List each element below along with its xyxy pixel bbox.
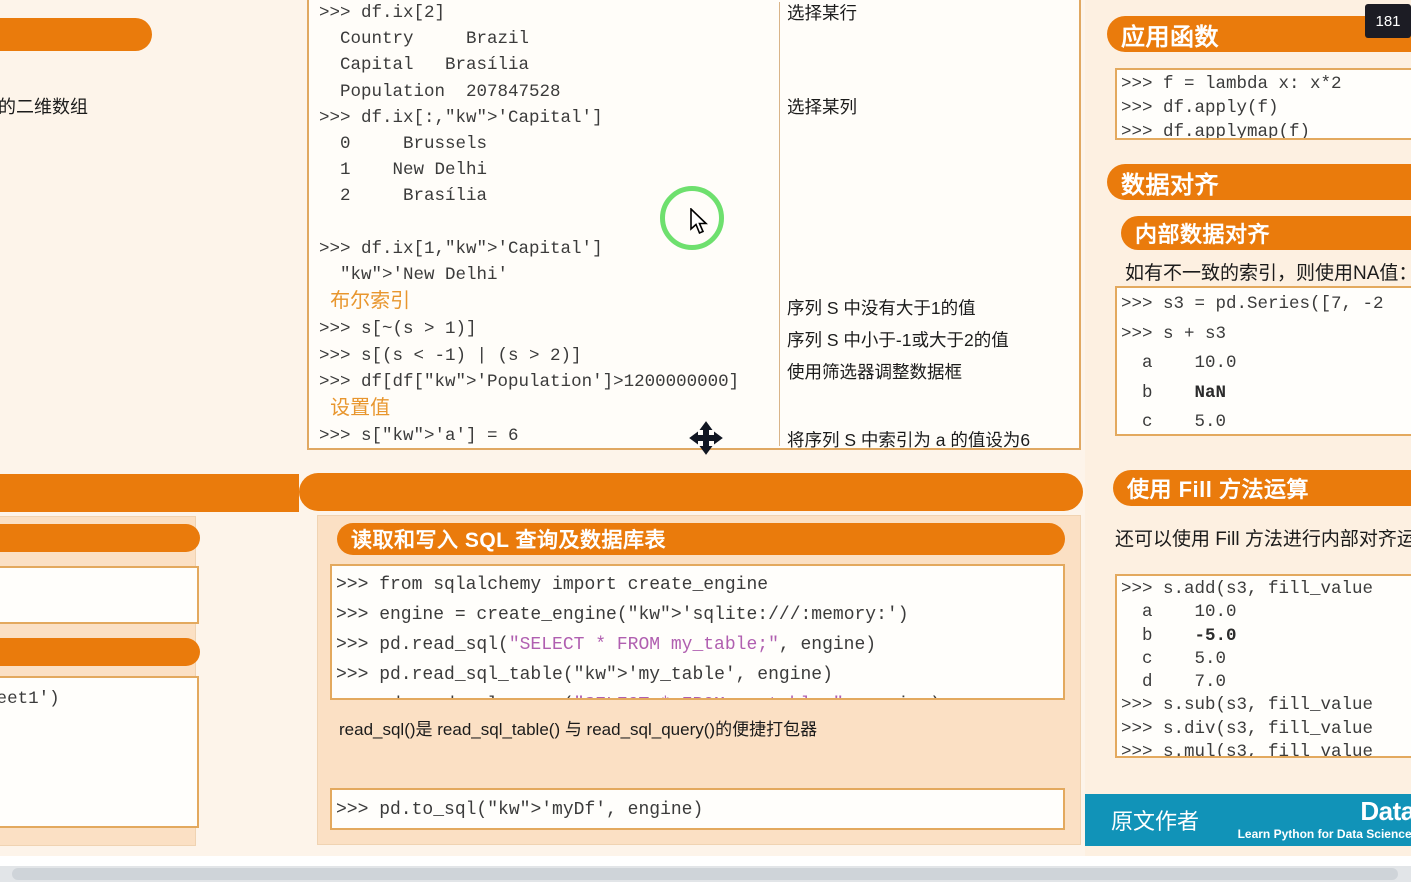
recording-step-badge: 181	[1365, 4, 1411, 38]
data-alignment-title: 数据对齐	[1121, 171, 1219, 199]
left-code-box-2: lsx"kw">', sheet_name='Sheet1') ') eet1'…	[0, 676, 199, 828]
sql-caption: read_sql()是 read_sql_table() 与 read_sql_…	[339, 720, 818, 739]
annotation-text: 选择某列	[787, 97, 857, 117]
apply-functions-code: >>> f = lambda x: x*2 >>> df.apply(f) >>…	[1115, 68, 1411, 140]
datacamp-logo-text: DataCamp	[1360, 795, 1411, 826]
table-column-divider	[779, 2, 780, 446]
mouse-cursor-icon	[690, 207, 712, 236]
datacamp-footer: 原文作者 DataCamp Learn Python for Data Scie…	[1085, 794, 1411, 846]
internal-alignment-code: >>> s3 = pd.Series([7, -2 >>> s + s3 a 1…	[1115, 286, 1411, 436]
annotation-text: 选择某行	[787, 3, 857, 23]
left-subsection-pill-1	[0, 524, 200, 552]
sql-write-code-block: >>> pd.to_sql("kw">'myDf', engine)	[330, 788, 1065, 830]
apply-functions-title: 应用函数	[1121, 23, 1219, 51]
selection-annotations: 选择某行选择某列序列 S 中没有大于1的值序列 S 中小于-1或大于2的值 使用筛…	[787, 0, 1077, 450]
internal-alignment-pill: 内部数据对齐	[1121, 216, 1411, 250]
io-section-band	[299, 473, 1083, 511]
left-subsection-pill-2	[0, 638, 200, 666]
horizontal-scrollbar-thumb[interactable]	[12, 868, 1398, 880]
move-resize-cursor-icon[interactable]	[688, 420, 724, 456]
datacamp-tagline: Learn Python for Data Science Interactiv…	[1237, 826, 1411, 841]
data-alignment-pill: 数据对齐	[1107, 164, 1411, 200]
fill-method-code: >>> s.add(s3, fill_value a 10.0 b -5.0 c…	[1115, 574, 1411, 758]
footer-brand-block: DataCamp Learn Python for Data Science I…	[1238, 798, 1411, 843]
sql-section-pill: 读取和写入 SQL 查询及数据库表	[337, 523, 1065, 555]
left-code-snippet-1: India"kw">', 'Brazil'], New Delhi"kw">',…	[0, 282, 120, 392]
window-bottom-gap	[0, 856, 1411, 866]
left-column: 储不同类型数据的二维数组 India"kw">', 'Brazil'], New…	[0, 0, 962, 862]
annotation-text: 序列 S 中小于-1或大于2的值	[787, 330, 1009, 350]
left-code-snippet-2: y"kw">', 'Capital"kw">', 'Population'])	[0, 416, 120, 450]
footer-author-label: 原文作者	[1111, 809, 1200, 834]
left-section-header-pill	[0, 18, 152, 51]
sql-section-title: 读取和写入 SQL 查询及数据库表	[351, 529, 666, 552]
annotation-text: 使用筛选器调整数据框	[787, 362, 962, 382]
left-description: 储不同类型数据的二维数组	[0, 97, 88, 117]
cheatsheet-page: 储不同类型数据的二维数组 India"kw">', 'Brazil'], New…	[0, 0, 1411, 882]
right-column: 应用函数 >>> f = lambda x: x*2 >>> df.apply(…	[1085, 0, 1411, 862]
fill-method-title: 使用 Fill 方法运算	[1127, 477, 1310, 502]
left-code-box-1: r=None, nrows=5)	[0, 566, 199, 624]
internal-alignment-title: 内部数据对齐	[1135, 222, 1271, 247]
annotation-text: 序列 S 中没有大于1的值	[787, 298, 976, 318]
fill-method-pill: 使用 Fill 方法运算	[1113, 470, 1411, 506]
internal-alignment-note: 如有不一致的索引，则使用NA值：	[1125, 263, 1411, 284]
sql-read-code-block: >>> from sqlalchemy import create_engine…	[330, 564, 1065, 700]
annotation-text: 将序列 S 中索引为 a 的值设为6	[787, 430, 1031, 450]
fill-method-note: 还可以使用 Fill 方法进行内部对齐运	[1115, 529, 1411, 550]
